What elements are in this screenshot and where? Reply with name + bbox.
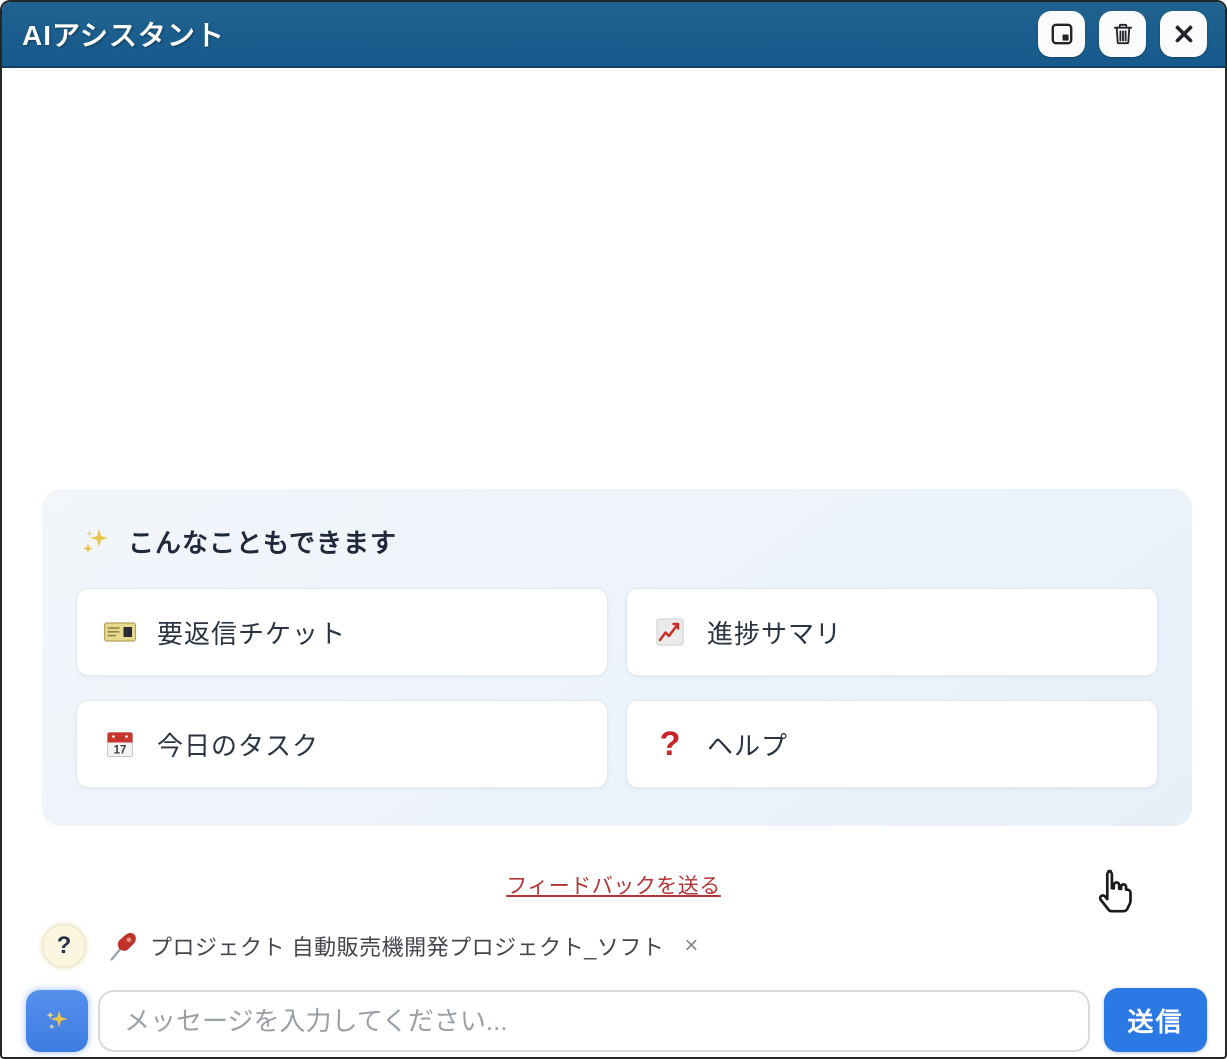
message-composer: 送信: [2, 988, 1225, 1054]
pinned-context-label: プロジェクト 自動販売機開発プロジェクト_ソフト: [150, 935, 665, 960]
send-button[interactable]: 送信: [1104, 988, 1207, 1052]
suggestions-card: こんなこともできます 要返信チケット 進捗サマリ 17 今日のタスク ? ヘルプ: [42, 489, 1192, 826]
suggestions-grid: 要返信チケット 進捗サマリ 17 今日のタスク ? ヘルプ: [76, 588, 1158, 788]
title-bar-actions: [1038, 11, 1207, 57]
chart-increasing-icon: [653, 617, 687, 647]
suggestions-header: こんなこともできます: [78, 523, 1158, 560]
suggestion-reply-tickets-button[interactable]: 要返信チケット: [76, 588, 608, 676]
feedback-row: フィードバックを送る: [2, 870, 1225, 900]
red-question-mark-icon: ?: [659, 725, 681, 763]
suggestion-label: 今日のタスク: [157, 730, 320, 761]
suggestion-help-button[interactable]: ? ヘルプ: [626, 700, 1158, 788]
popout-icon: [1049, 21, 1075, 47]
help-button[interactable]: ?: [42, 924, 86, 968]
send-feedback-link[interactable]: フィードバックを送る: [506, 875, 721, 898]
popout-button[interactable]: [1038, 11, 1085, 57]
calendar-day-number: 17: [114, 745, 127, 757]
sparkles-icon: [40, 1003, 74, 1040]
ticket-icon: [103, 618, 137, 646]
suggestion-label: ヘルプ: [707, 730, 789, 761]
title-bar: AIアシスタント: [2, 2, 1225, 68]
suggestions-title: こんなこともできます: [128, 528, 397, 558]
context-bar: ? プロジェクト 自動販売機開発プロジェクト_ソフト ×: [42, 922, 1195, 970]
ai-sparkle-button[interactable]: [26, 990, 88, 1052]
suggestion-todays-tasks-button[interactable]: 17 今日のタスク: [76, 700, 608, 788]
sparkles-icon: [78, 526, 112, 558]
ai-assistant-panel: AIアシスタント こんなこともできます 要返信チケット 進捗サマリ 17 今日の…: [0, 0, 1227, 1059]
close-icon: [1171, 21, 1197, 47]
suggestion-progress-summary-button[interactable]: 進捗サマリ: [626, 588, 1158, 676]
pushpin-icon: [106, 929, 140, 963]
suggestion-label: 要返信チケット: [157, 618, 347, 649]
calendar-icon: 17: [103, 729, 137, 759]
clear-chat-button[interactable]: [1099, 11, 1146, 57]
trash-icon: [1110, 21, 1136, 47]
remove-context-button[interactable]: ×: [680, 932, 702, 960]
message-input[interactable]: [98, 990, 1090, 1052]
panel-title: AIアシスタント: [22, 20, 225, 51]
suggestion-label: 進捗サマリ: [707, 618, 843, 649]
close-button[interactable]: [1160, 11, 1207, 57]
